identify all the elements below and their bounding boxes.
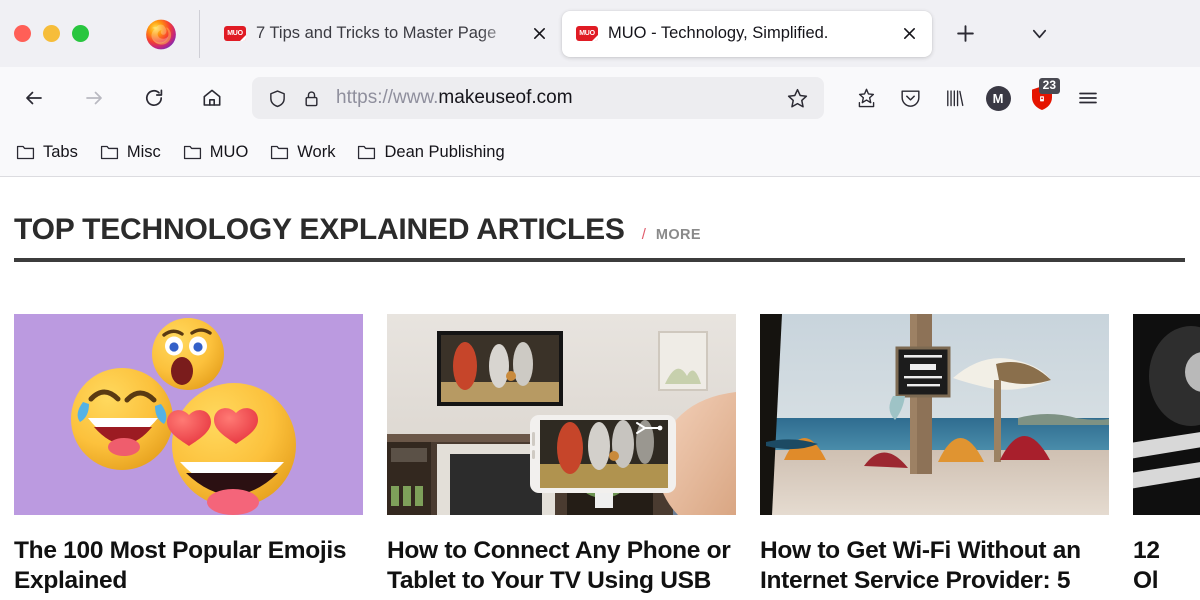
article-thumbnail[interactable] (1133, 314, 1200, 515)
folder-icon (271, 145, 289, 160)
shield-icon[interactable] (264, 85, 290, 111)
window-close-button[interactable] (14, 25, 31, 42)
tab-close-button[interactable] (896, 21, 922, 47)
bookmark-folder-work[interactable]: Work (268, 139, 343, 166)
navigation-toolbar: https://www.makeuseof.com M 23 (0, 67, 1200, 129)
tab-strip: MUO 7 Tips and Tricks to Master Page MUO… (0, 0, 1200, 67)
article-title-line2: Ol (1133, 566, 1159, 594)
muo-favicon-icon: MUO (224, 26, 246, 41)
library-icon[interactable] (932, 78, 976, 118)
beach-no-wifi-photo (760, 314, 1109, 515)
tabs-container: MUO 7 Tips and Tricks to Master Page MUO… (200, 0, 1054, 67)
bookmark-folder-misc[interactable]: Misc (98, 139, 169, 166)
tab-title: 7 Tips and Tricks to Master Page (256, 24, 497, 42)
new-tab-button[interactable] (950, 19, 980, 49)
emoji-illustration-image (14, 314, 363, 515)
dark-photo-cropped (1133, 314, 1200, 515)
bookmark-label: MUO (209, 143, 249, 161)
account-button[interactable]: M (976, 78, 1020, 118)
list-all-tabs-button[interactable] (1024, 19, 1054, 49)
pocket-icon[interactable] (888, 78, 932, 118)
article-title[interactable]: 12 Ol (1133, 536, 1200, 596)
toolbar-actions: M 23 (844, 78, 1110, 118)
article-title[interactable]: How to Get Wi-Fi Without an Internet Ser… (760, 536, 1109, 596)
article-title-line1: 12 (1133, 537, 1160, 564)
bookmark-page-button[interactable] (782, 83, 812, 113)
url-host: makeuseof.com (438, 87, 573, 108)
bookmark-label: Work (297, 143, 336, 161)
section-header: TOP TECHNOLOGY EXPLAINED ARTICLES / MORE (14, 177, 1186, 245)
firefox-logo-icon (144, 17, 178, 51)
home-button[interactable] (192, 78, 232, 118)
article-thumbnail[interactable] (387, 314, 736, 515)
article-title[interactable]: How to Connect Any Phone or Tablet to Yo… (387, 536, 736, 596)
article-title[interactable]: The 100 Most Popular Emojis Explained (14, 536, 363, 596)
favicon-label: MUO (227, 30, 243, 37)
section-separator: / (641, 226, 646, 243)
article-card[interactable]: 12 Ol (1133, 314, 1200, 596)
window-minimize-button[interactable] (43, 25, 60, 42)
article-card[interactable]: How to Get Wi-Fi Without an Internet Ser… (760, 314, 1109, 596)
phone-to-tv-photo (387, 314, 736, 515)
forward-button[interactable] (74, 78, 114, 118)
save-to-pocket-star-icon[interactable] (844, 78, 888, 118)
bookmark-folder-muo[interactable]: MUO (181, 139, 257, 166)
bookmark-folder-dean-publishing[interactable]: Dean Publishing (355, 139, 512, 166)
page-content: TOP TECHNOLOGY EXPLAINED ARTICLES / MORE (0, 177, 1200, 600)
tab-title: MUO - Technology, Simplified. (608, 24, 829, 42)
back-button[interactable] (14, 78, 54, 118)
folder-icon (358, 145, 376, 160)
bookmark-label: Tabs (43, 143, 78, 161)
folder-icon (16, 145, 35, 160)
browser-tab-1[interactable]: MUO 7 Tips and Tricks to Master Page (210, 11, 562, 57)
bookmark-label: Misc (126, 143, 161, 161)
bookmarks-toolbar: Tabs Misc MUO Work Dean Publishing (0, 129, 1200, 177)
bookmark-label: Dean Publishing (384, 143, 505, 161)
address-bar[interactable]: https://www.makeuseof.com (252, 77, 824, 119)
folder-icon (183, 145, 201, 160)
section-underline (14, 258, 1185, 262)
article-card[interactable]: How to Connect Any Phone or Tablet to Yo… (387, 314, 736, 596)
reload-button[interactable] (134, 78, 174, 118)
article-thumbnail[interactable] (14, 314, 363, 515)
hamburger-menu-icon[interactable] (1066, 78, 1110, 118)
bookmark-folder-tabs[interactable]: Tabs (14, 139, 86, 166)
url-scheme: https://www. (336, 87, 439, 108)
folder-icon (100, 145, 118, 160)
window-zoom-button[interactable] (72, 25, 89, 42)
section-more-link[interactable]: MORE (656, 227, 701, 243)
avatar: M (985, 85, 1011, 111)
browser-tab-2[interactable]: MUO MUO - Technology, Simplified. (562, 10, 932, 57)
url-text[interactable]: https://www.makeuseof.com (336, 87, 782, 109)
article-thumbnail[interactable] (760, 314, 1109, 515)
ublock-origin-button[interactable]: 23 (1020, 78, 1064, 118)
ublock-blocked-count-badge: 23 (1038, 78, 1060, 94)
article-grid: The 100 Most Popular Emojis Explained Ho… (14, 314, 1200, 596)
padlock-icon[interactable] (298, 85, 324, 111)
muo-favicon-icon: MUO (576, 26, 598, 41)
browser-window: MUO 7 Tips and Tricks to Master Page MUO… (0, 0, 1200, 600)
favicon-label: MUO (579, 30, 595, 37)
article-card[interactable]: The 100 Most Popular Emojis Explained (14, 314, 363, 596)
avatar-initial: M (992, 90, 1004, 106)
window-traffic-lights (0, 25, 89, 42)
tab-close-button[interactable] (526, 21, 552, 47)
page-title: TOP TECHNOLOGY EXPLAINED ARTICLES (14, 213, 625, 246)
